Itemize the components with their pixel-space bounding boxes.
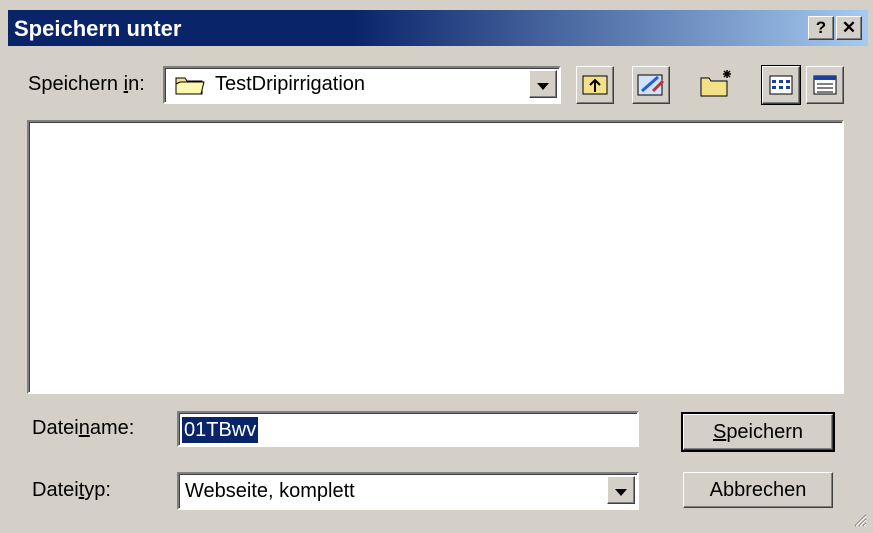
new-folder-icon <box>700 70 731 97</box>
desktop-icon <box>637 74 665 96</box>
desktop-button[interactable] <box>632 66 670 104</box>
save-in-combo[interactable]: TestDripirrigation <box>163 66 561 104</box>
chevron-down-icon <box>537 83 549 90</box>
save-in-value: TestDripirrigation <box>215 73 366 95</box>
help-button[interactable]: ? <box>808 16 834 40</box>
resize-grip-icon[interactable] <box>851 511 867 527</box>
filename-label: Dateiname: <box>32 417 135 439</box>
save-as-dialog: Speichern unter ? ✕ Speichern in: TestDr… <box>0 0 873 533</box>
close-button[interactable]: ✕ <box>836 16 862 40</box>
folder-up-icon <box>582 75 608 95</box>
save-in-label: Speichern in: <box>28 73 145 95</box>
cancel-button[interactable]: Abbrechen <box>683 472 833 508</box>
window-title: Speichern unter <box>14 16 182 41</box>
details-view-button[interactable] <box>806 66 844 104</box>
new-folder-button[interactable] <box>697 66 733 102</box>
file-list[interactable] <box>27 120 844 394</box>
filetype-dropdown-button[interactable] <box>607 476 635 504</box>
list-view-button[interactable] <box>761 65 801 105</box>
folder-up-button[interactable] <box>576 66 614 104</box>
list-view-icon <box>769 75 793 95</box>
filetype-label: Dateityp: <box>32 479 111 501</box>
title-bar: Speichern unter ? ✕ <box>8 10 868 46</box>
folder-icon <box>175 77 205 95</box>
filetype-value: Webseite, komplett <box>185 480 355 502</box>
filename-input[interactable]: 01TBwv <box>177 411 639 447</box>
save-in-dropdown-button[interactable] <box>529 70 557 98</box>
filename-value: 01TBwv <box>182 417 259 443</box>
details-view-icon <box>813 75 837 95</box>
filetype-combo[interactable]: Webseite, komplett <box>177 472 639 510</box>
chevron-down-icon <box>615 489 627 496</box>
save-button[interactable]: Speichern <box>681 412 835 452</box>
